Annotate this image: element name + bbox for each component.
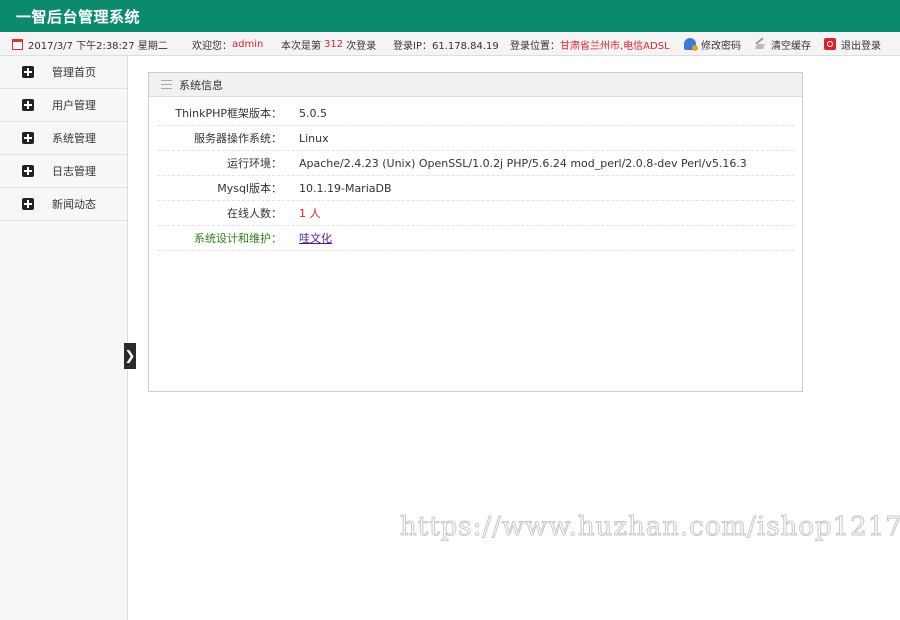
info-value: 10.1.19-MariaDB: [299, 181, 392, 195]
calendar-icon: [12, 38, 23, 50]
login-count-display: 本次是第 312 次登录: [281, 32, 376, 56]
info-row-designer: 系统设计和维护： 哇文化: [157, 226, 794, 251]
panel-header: 系统信息: [149, 73, 802, 97]
info-key: ThinkPHP框架版本：: [175, 107, 282, 120]
info-value: 5.0.5: [299, 106, 327, 120]
chevron-right-icon: ❯: [124, 348, 136, 364]
logout-label: 退出登录: [841, 40, 881, 52]
info-key: Mysql版本：: [217, 182, 282, 195]
username: admin: [232, 38, 264, 50]
welcome-display: 欢迎您： admin: [192, 32, 263, 56]
system-info-panel: 系统信息 ThinkPHP框架版本： 5.0.5 服务器操作系统： Linux …: [148, 72, 803, 392]
clear-cache-link[interactable]: 清空缓存: [754, 32, 811, 56]
info-row-framework: ThinkPHP框架版本： 5.0.5: [157, 101, 794, 126]
user-edit-icon: [684, 38, 698, 51]
info-row-online: 在线人数： 1 人: [157, 201, 794, 226]
panel-title: 系统信息: [179, 78, 223, 92]
sidebar-item-label: 系统管理: [52, 132, 96, 145]
sidebar-item-system[interactable]: 系统管理: [0, 122, 127, 155]
login-ip-display: 登录IP：61.178.84.19: [393, 32, 499, 56]
plus-icon: [22, 99, 34, 111]
info-key: 系统设计和维护：: [194, 232, 282, 245]
location-label: 登录位置：: [510, 40, 560, 52]
sidebar-item-home[interactable]: 管理首页: [0, 56, 127, 89]
info-value: Linux: [299, 131, 329, 145]
login-count-suffix: 次登录: [346, 40, 377, 52]
info-row-environment: 运行环境： Apache/2.4.23 (Unix) OpenSSL/1.0.2…: [157, 151, 794, 176]
logout-link[interactable]: 退出登录: [824, 32, 881, 56]
sidebar-item-users[interactable]: 用户管理: [0, 89, 127, 122]
change-password-label: 修改密码: [701, 40, 741, 52]
info-key: 在线人数：: [227, 207, 282, 220]
datetime-display: 2017/3/7 下午2:38:27 星期二: [12, 32, 168, 56]
designer-link[interactable]: 哇文化: [299, 230, 332, 246]
sidebar-item-label: 新闻动态: [52, 198, 96, 211]
sidebar-item-news[interactable]: 新闻动态: [0, 188, 127, 221]
sidebar-toggle-button[interactable]: ❯: [124, 343, 136, 369]
list-icon: [161, 80, 172, 89]
info-row-mysql: Mysql版本： 10.1.19-MariaDB: [157, 176, 794, 201]
power-icon: [824, 38, 836, 50]
login-ip: 登录IP：61.178.84.19: [393, 40, 499, 52]
location-value: 甘肃省兰州市,电信ADSL: [560, 40, 670, 52]
plus-icon: [22, 132, 34, 144]
datetime-text: 2017/3/7 下午2:38:27 星期二: [28, 40, 168, 52]
change-password-link[interactable]: 修改密码: [684, 32, 741, 56]
login-count-prefix: 本次是第: [281, 40, 321, 52]
info-key: 服务器操作系统：: [194, 132, 282, 145]
plus-icon: [22, 66, 34, 78]
clear-cache-label: 清空缓存: [771, 40, 811, 52]
app-title: 一智后台管理系统: [16, 7, 141, 26]
info-rows: ThinkPHP框架版本： 5.0.5 服务器操作系统： Linux 运行环境：…: [149, 97, 802, 251]
sidebar-menu: 管理首页 用户管理 系统管理 日志管理 新闻动态: [0, 56, 128, 620]
plus-icon: [22, 198, 34, 210]
info-key: 运行环境：: [227, 157, 282, 170]
info-value: Apache/2.4.23 (Unix) OpenSSL/1.0.2j PHP/…: [299, 156, 747, 170]
plus-icon: [22, 165, 34, 177]
sidebar-item-label: 用户管理: [52, 99, 96, 112]
info-row-os: 服务器操作系统： Linux: [157, 126, 794, 151]
info-value: 1 人: [299, 207, 321, 220]
login-location-display: 登录位置： 甘肃省兰州市,电信ADSL: [510, 32, 670, 56]
sidebar-item-logs[interactable]: 日志管理: [0, 155, 127, 188]
welcome-label: 欢迎您：: [192, 40, 232, 52]
login-count: 312: [324, 38, 344, 50]
broom-icon: [754, 38, 766, 50]
sidebar-item-label: 日志管理: [52, 165, 96, 178]
sidebar-item-label: 管理首页: [52, 66, 96, 79]
info-bar: 2017/3/7 下午2:38:27 星期二 欢迎您： admin 本次是第 3…: [0, 32, 900, 56]
watermark-text: https://www.huzhan.com/ishop12174: [399, 512, 900, 543]
app-header: 一智后台管理系统: [0, 0, 900, 32]
